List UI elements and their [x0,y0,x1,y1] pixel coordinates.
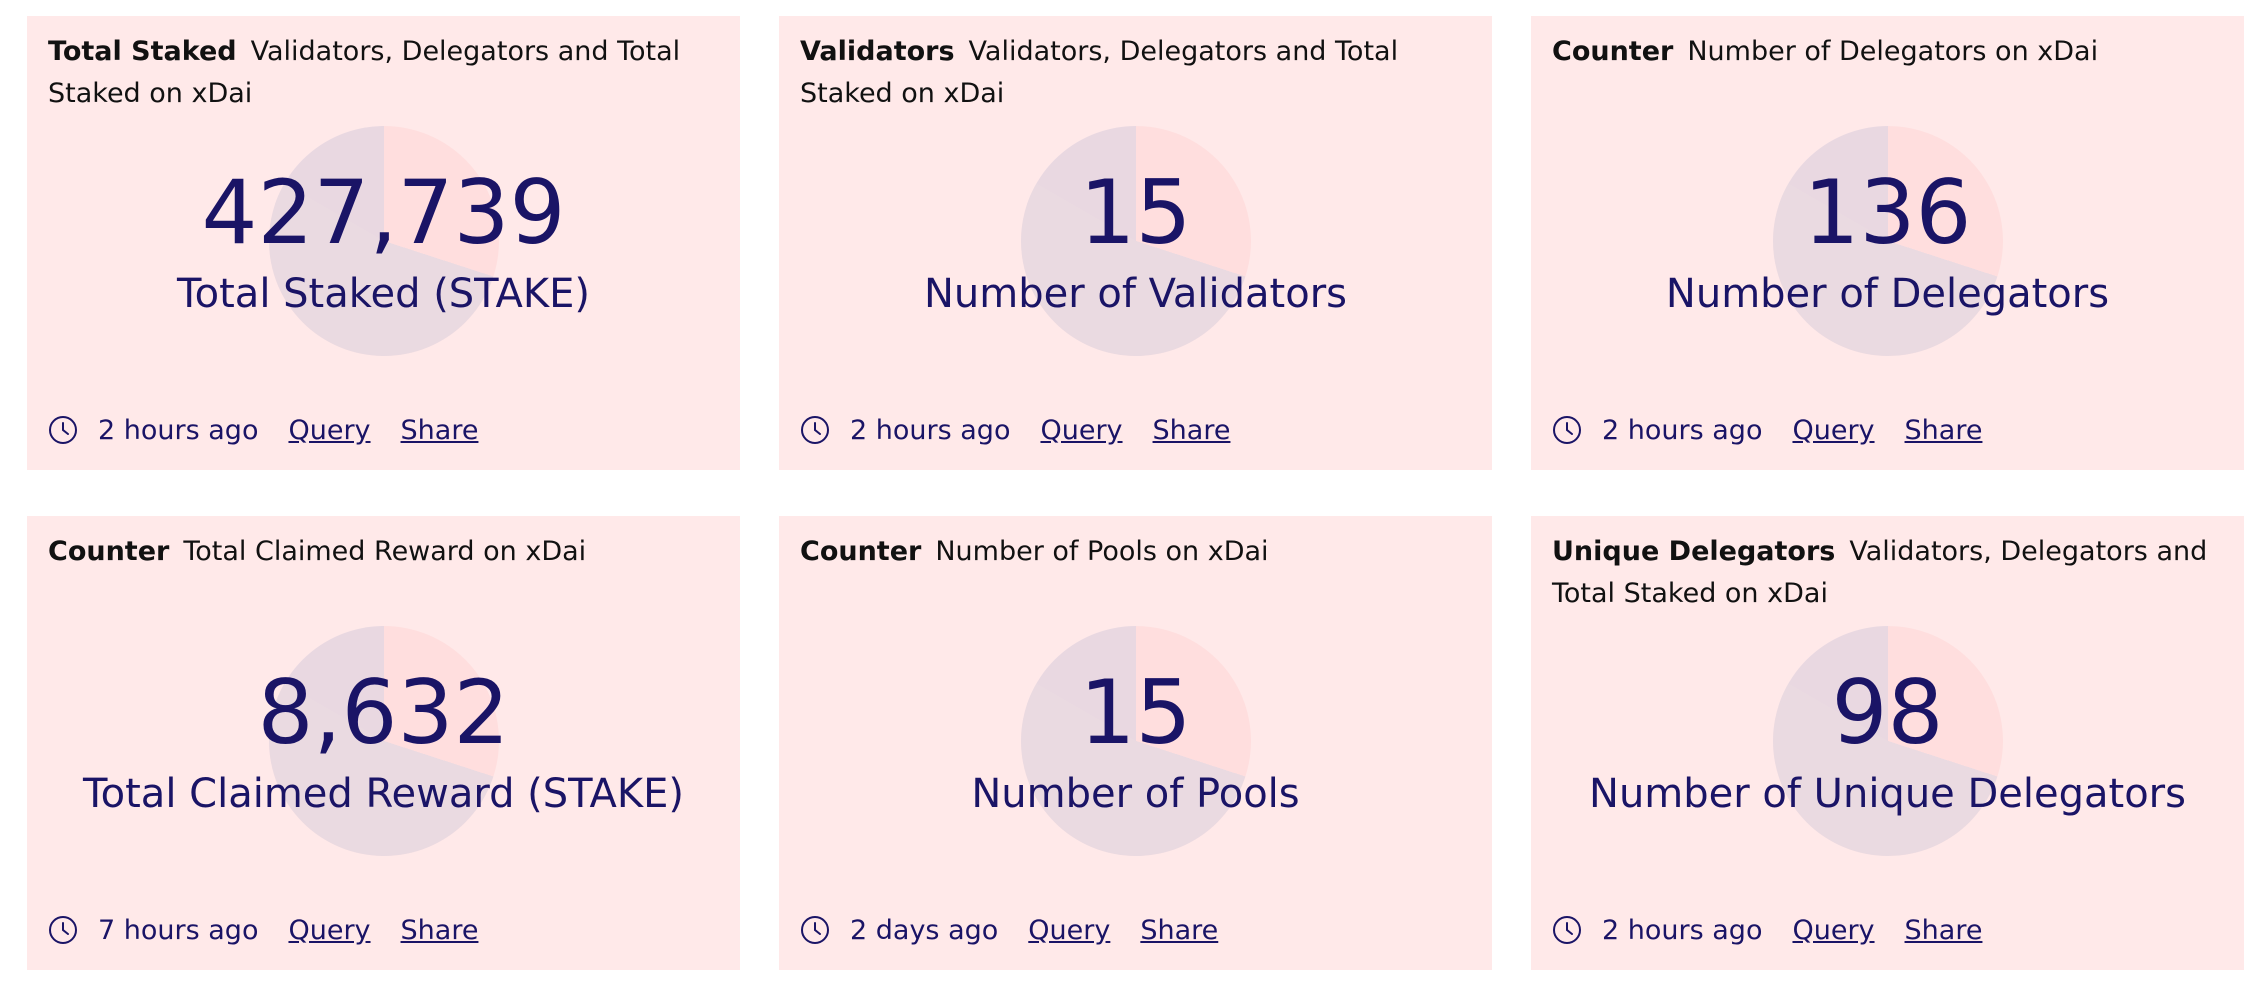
clock-icon [801,416,829,444]
metric-label: Total Staked (STAKE) [177,271,590,317]
share-link[interactable]: Share [401,415,479,446]
counter-card-unique-delegators: Unique Delegators Validators, Delegators … [1531,516,2244,970]
updated-time: 2 hours ago [850,414,1011,446]
metric-label: Number of Pools [971,771,1300,817]
card-body: 98 Number of Unique Delegators [1531,626,2244,858]
metric-value: 8,632 [257,661,510,764]
card-header: Unique Delegators Validators, Delegators … [1552,531,2220,615]
clock-icon [49,416,77,444]
metric-value: 136 [1803,161,1972,264]
updated-time: 2 hours ago [1602,414,1763,446]
metric-value: 98 [1831,661,1944,764]
metric-value: 15 [1079,161,1192,264]
clock-icon [1553,416,1581,444]
card-body: 136 Number of Delegators [1531,126,2244,358]
card-body: 15 Number of Pools [779,626,1492,858]
card-header: Counter Number of Pools on xDai [800,531,1468,573]
card-kind: Total Staked [48,36,237,67]
card-footer: 2 hours ago Query Share [48,410,508,450]
counter-card-total-staked: Total Staked Validators, Delegators and T… [27,16,740,470]
card-body: 15 Number of Validators [779,126,1492,358]
query-link[interactable]: Query [1792,415,1874,446]
card-description: Number of Pools on xDai [935,536,1269,567]
card-footer: 2 hours ago Query Share [1552,410,2012,450]
card-footer: 2 days ago Query Share [800,910,1248,950]
card-kind: Counter [800,536,922,567]
metric-label: Number of Delegators [1665,271,2110,317]
card-body: 8,632 Total Claimed Reward (STAKE) [27,626,740,858]
card-kind: Validators [800,36,955,67]
clock-icon [801,916,829,944]
query-link[interactable]: Query [1040,415,1122,446]
counter-card-validators: Validators Validators, Delegators and Tot… [779,16,1492,470]
card-body: 427,739 Total Staked (STAKE) [27,126,740,358]
share-link[interactable]: Share [401,915,479,946]
share-link[interactable]: Share [1153,415,1231,446]
updated-time: 2 hours ago [1602,914,1763,946]
metric-value: 15 [1079,661,1192,764]
card-kind: Counter [1552,36,1674,67]
dashboard-grid: Total Staked Validators, Delegators and T… [27,16,2244,970]
card-kind: Counter [48,536,170,567]
card-footer: 7 hours ago Query Share [48,910,508,950]
updated-time: 7 hours ago [98,914,259,946]
card-footer: 2 hours ago Query Share [800,410,1260,450]
query-link[interactable]: Query [288,915,370,946]
updated-time: 2 hours ago [98,414,259,446]
counter-card-pools: Counter Number of Pools on xDai 15 Number… [779,516,1492,970]
card-footer: 2 hours ago Query Share [1552,910,2012,950]
updated-time: 2 days ago [850,914,999,946]
card-header: Counter Total Claimed Reward on xDai [48,531,716,573]
card-header: Counter Number of Delegators on xDai [1552,31,2220,73]
card-kind: Unique Delegators [1552,536,1836,567]
card-description: Total Claimed Reward on xDai [183,536,587,567]
query-link[interactable]: Query [1028,915,1110,946]
clock-icon [1553,916,1581,944]
counter-card-claimed-reward: Counter Total Claimed Reward on xDai 8,63… [27,516,740,970]
counter-card-delegators: Counter Number of Delegators on xDai 136 … [1531,16,2244,470]
share-link[interactable]: Share [1905,415,1983,446]
metric-label: Total Claimed Reward (STAKE) [83,771,684,817]
query-link[interactable]: Query [1792,915,1874,946]
metric-label: Number of Unique Delegators [1589,771,2186,817]
share-link[interactable]: Share [1905,915,1983,946]
clock-icon [49,916,77,944]
card-description: Number of Delegators on xDai [1687,36,2099,67]
metric-value: 427,739 [201,161,566,264]
card-header: Validators Validators, Delegators and Tot… [800,31,1468,115]
share-link[interactable]: Share [1140,915,1218,946]
query-link[interactable]: Query [288,415,370,446]
metric-label: Number of Validators [923,271,1347,317]
card-header: Total Staked Validators, Delegators and T… [48,31,716,115]
